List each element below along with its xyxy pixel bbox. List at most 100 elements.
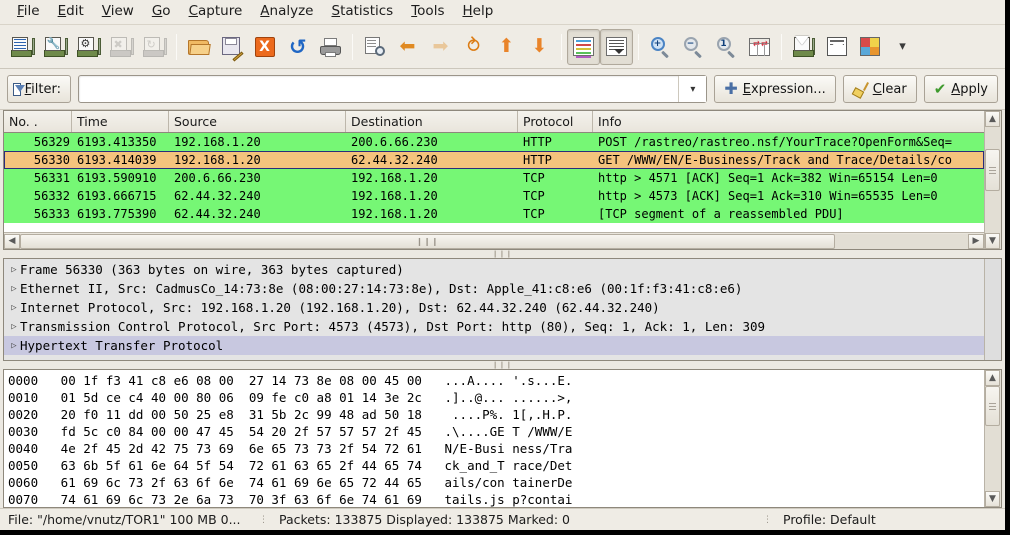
hscroll-track[interactable]: ❙❙❙ [20,233,968,249]
go-back-icon[interactable]: ⬅ [391,29,424,65]
detail-tree-label: Ethernet II, Src: CadmusCo_14:73:8e (08:… [20,281,743,296]
menu-capture[interactable]: Capture [180,2,252,22]
column-header-time[interactable]: Time [72,111,169,132]
menu-tools[interactable]: Tools [402,2,453,22]
hexdump-row[interactable]: 0000 00 1f f3 41 c8 e6 08 00 27 14 73 8e… [8,372,984,389]
detail-tree-item[interactable]: ▷ Frame 56330 (363 bytes on wire, 363 byt… [4,260,984,279]
toolbar-overflow-icon[interactable]: ▾ [886,29,919,65]
save-file-icon[interactable] [215,29,248,65]
menu-bar: File Edit View Go Capture Analyze Statis… [0,0,1005,25]
vscroll-track[interactable] [985,127,1001,233]
go-to-last-icon[interactable]: ⬇ [523,29,556,65]
column-header-source[interactable]: Source [169,111,346,132]
expand-triangle-icon[interactable]: ▷ [8,341,20,351]
filter-expression-button[interactable]: ✚ Expression... [714,75,836,103]
packet-cell-info: http > 4573 [ACK] Seq=1 Ack=310 Win=6553… [598,189,938,203]
menu-file[interactable]: File [8,2,49,22]
menu-statistics[interactable]: Statistics [322,2,402,22]
hexdump-row[interactable]: 0010 01 5d ce c4 40 00 80 06 09 fe c0 a8… [8,389,984,406]
detail-tree-item[interactable]: ▷ Transmission Control Protocol, Src Port… [4,317,984,336]
column-header-protocol[interactable]: Protocol [518,111,593,132]
go-forward-icon: ➡ [432,35,449,57]
open-file-icon[interactable] [182,29,215,65]
detail-tree-item[interactable]: ▷ Ethernet II, Src: CadmusCo_14:73:8e (08… [4,279,984,298]
packet-row[interactable]: 56329 6193.413350 192.168.1.20 200.6.66.230… [4,133,984,151]
reload-icon[interactable]: ↻ [281,29,314,65]
restart-capture-icon: ↻ [138,29,171,65]
detail-tree-item[interactable]: ▷ Hypertext Transfer Protocol [4,336,984,355]
column-header-destination[interactable]: Destination [346,111,518,132]
splitter-list-detail[interactable]: ❙❙❙ [0,250,1005,258]
column-header-no[interactable]: No. . [4,111,72,132]
menu-go[interactable]: Go [143,2,180,22]
expand-triangle-icon[interactable]: ▷ [8,322,20,332]
filter-input-wrap[interactable]: ▾ [78,75,708,103]
start-capture-icon[interactable]: ⚙ [72,29,105,65]
detail-vscroll-track[interactable] [985,259,1001,360]
colorize-toggle-icon[interactable] [567,28,600,65]
find-packet-icon[interactable] [358,29,391,65]
interfaces-icon[interactable] [6,29,39,65]
vscroll-up-arrow-icon[interactable]: ▲ [985,111,1000,127]
zoom-out-icon[interactable]: − [677,29,710,65]
vscroll-thumb[interactable] [985,149,1000,191]
capture-options-icon[interactable]: 🔧 [39,29,72,65]
hexdump-row[interactable]: 0060 61 69 6c 73 2f 63 6f 6e 74 61 69 6e… [8,474,984,491]
splitter-detail-bytes[interactable]: ❙❙❙ [0,361,1005,369]
expand-triangle-icon[interactable]: ▷ [8,284,20,294]
coloring-rules-icon[interactable] [853,29,886,65]
packet-cell-protocol: HTTP [523,135,552,149]
filter-bookmark-button[interactable]: Filter: [7,75,71,103]
packet-row[interactable]: 56332 6193.666715 62.44.32.240 192.168.1.20… [4,187,984,205]
display-filters-icon[interactable] [820,29,853,65]
zoom-normal-icon[interactable]: 1 [710,29,743,65]
packet-detail-vscrollbar[interactable] [984,259,1001,360]
expand-triangle-icon[interactable]: ▷ [8,303,20,313]
vscroll-down-arrow-icon[interactable]: ▼ [985,233,1000,249]
filter-clear-button[interactable]: Clear [842,75,917,103]
hexdump-row[interactable]: 0050 63 6b 5f 61 6e 64 5f 54 72 61 63 65… [8,457,984,474]
capture-filters-icon[interactable] [787,29,820,65]
packet-cell-time: 6193.590910 [77,171,157,185]
menu-view[interactable]: View [93,2,143,22]
status-bar: File: "/home/vnutz/TOR1" 100 MB 0... ⋮ P… [0,508,1005,530]
bytes-vscroll-up-arrow-icon[interactable]: ▲ [985,370,1000,386]
menu-help[interactable]: Help [453,2,502,22]
print-icon[interactable] [314,29,347,65]
hexdump-row[interactable]: 0030 fd 5c c0 84 00 00 47 45 54 20 2f 57… [8,423,984,440]
go-to-packet-icon[interactable]: ⥁ [457,29,490,65]
hexdump-row[interactable]: 0070 74 61 69 6c 73 2e 6a 73 70 3f 63 6f… [8,491,984,507]
display-filter-input[interactable] [79,77,679,101]
menu-analyze[interactable]: Analyze [251,2,322,22]
packet-row[interactable]: 56331 6193.590910 200.6.66.230 192.168.1.20… [4,169,984,187]
bytes-vscroll-thumb[interactable] [985,386,1000,426]
column-header-info[interactable]: Info [593,111,984,132]
status-profile[interactable]: Profile: Default [775,512,1005,527]
hscroll-thumb[interactable]: ❙❙❙ [20,233,836,249]
packet-cell-source: 62.44.32.240 [174,207,261,221]
detail-tree-label: Frame 56330 (363 bytes on wire, 363 byte… [20,262,404,277]
filter-history-dropdown-icon[interactable]: ▾ [678,76,707,102]
expand-triangle-icon[interactable]: ▷ [8,265,20,275]
bytes-vscroll-track[interactable] [985,386,1001,491]
detail-tree-item[interactable]: ▷ Internet Protocol, Src: 192.168.1.20 (1… [4,298,984,317]
close-file-icon[interactable]: X [248,29,281,65]
bytes-vscroll-down-arrow-icon[interactable]: ▼ [985,491,1000,507]
filter-apply-button[interactable]: ✔ Apply [923,75,998,103]
autoscroll-toggle-icon[interactable] [600,28,633,65]
go-to-first-icon[interactable]: ⬆ [490,29,523,65]
hscroll-left-arrow-icon[interactable]: ◀ [4,233,20,249]
packet-list-vscrollbar[interactable]: ▲ ▼ [984,111,1001,249]
resize-columns-icon[interactable]: ⇄ ⇄ [743,29,776,65]
menu-edit[interactable]: Edit [49,2,93,22]
hexdump-row[interactable]: 0040 4e 2f 45 2d 42 75 73 69 6e 65 73 73… [8,440,984,457]
packet-bytes-vscrollbar[interactable]: ▲ ▼ [984,370,1001,507]
packet-row[interactable]: 56333 6193.775390 62.44.32.240 192.168.1.20… [4,205,984,223]
packet-cell-protocol: TCP [523,189,545,203]
zoom-in-icon[interactable]: + [644,29,677,65]
packet-list-pane: No. . Time Source Destination Protocol I… [3,110,1002,250]
hscroll-right-arrow-icon[interactable]: ▶ [968,233,984,249]
packet-row[interactable]: 56330 6193.414039 192.168.1.20 62.44.32.240… [4,151,984,169]
hexdump-row[interactable]: 0020 20 f0 11 dd 00 50 25 e8 31 5b 2c 99… [8,406,984,423]
packet-list-hscrollbar[interactable]: ◀ ❙❙❙ ▶ [4,232,984,249]
